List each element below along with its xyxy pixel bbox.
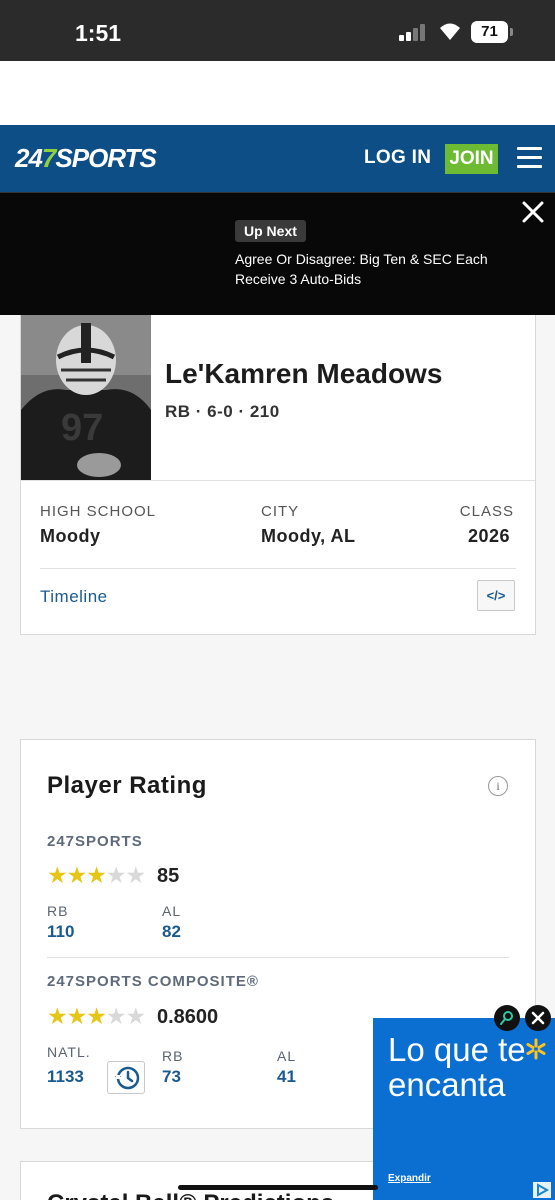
home-indicator: [178, 1185, 378, 1190]
class-label: CLASS: [459, 503, 514, 520]
ad-close-button[interactable]: [525, 1005, 551, 1031]
state-rank-label: AL: [277, 1048, 297, 1064]
up-next-badge: Up Next: [235, 220, 306, 242]
position-rank-label: RB: [162, 1048, 184, 1064]
position-rank-value[interactable]: 110: [47, 922, 74, 942]
adchoices-icon[interactable]: [533, 1182, 551, 1198]
embed-code-icon[interactable]: </>: [477, 580, 515, 611]
svg-text:97: 97: [61, 407, 103, 449]
national-rank-label: NATL.: [47, 1044, 91, 1060]
national-rank-value[interactable]: 1133: [47, 1067, 84, 1087]
sports247-star-rating: ★★★★★: [47, 862, 147, 888]
login-link[interactable]: LOG IN: [364, 147, 431, 169]
composite-score: 0.8600: [157, 1006, 219, 1028]
star-empty-icon: ★: [125, 862, 147, 888]
rating-title: Player Rating: [47, 772, 207, 799]
high-school-value[interactable]: Moody: [40, 526, 101, 547]
star-filled-icon: ★: [66, 1003, 88, 1029]
crystal-ball-title: Crystal Ball® Predictions: [47, 1190, 334, 1200]
star-filled-icon: ★: [86, 1003, 107, 1029]
up-next-banner[interactable]: Up Next Agree Or Disagree: Big Ten & SEC…: [0, 192, 555, 315]
battery-tip: [510, 28, 513, 36]
hamburger-menu-icon[interactable]: [517, 147, 542, 168]
advertisement[interactable]: Lo que te encanta Expandir: [373, 1018, 555, 1200]
player-card: 97 Le'Kamren Meadows RB · 6-0 · 210 HIGH…: [20, 315, 536, 635]
timeline-link[interactable]: Timeline: [40, 587, 108, 607]
city-value: Moody, AL: [261, 526, 356, 546]
divider: [40, 568, 516, 569]
player-name: Le'Kamren Meadows: [165, 358, 443, 389]
ad-info-button[interactable]: [494, 1005, 520, 1031]
state-rank-value[interactable]: 82: [162, 922, 181, 942]
wifi-icon: [440, 23, 460, 40]
sports247-rating-label: 247SPORTS: [47, 833, 143, 850]
position-rank-value[interactable]: 73: [162, 1067, 181, 1087]
up-next-headline[interactable]: Agree Or Disagree: Big Ten & SEC Each Re…: [235, 249, 505, 289]
star-filled-icon: ★: [66, 862, 88, 888]
high-school-label: HIGH SCHOOL: [40, 503, 157, 520]
ad-info-icon: [500, 1011, 513, 1025]
info-icon[interactable]: i: [488, 776, 508, 796]
star-empty-icon: ★: [105, 1003, 127, 1029]
state-rank-label: AL: [162, 903, 182, 919]
star-empty-icon: ★: [125, 1003, 147, 1029]
ad-headline[interactable]: Lo que te encanta: [388, 1032, 538, 1102]
composite-star-rating: ★★★★★: [47, 1003, 147, 1029]
status-bar: 1:51 71: [0, 0, 555, 61]
rank-history-button[interactable]: [107, 1061, 145, 1094]
city-label: CITY: [261, 503, 300, 520]
status-time: 1:51: [75, 20, 122, 46]
star-filled-icon: ★: [47, 862, 68, 888]
close-icon[interactable]: [521, 200, 545, 224]
site-logo[interactable]: 247SPORTS: [15, 143, 157, 174]
close-icon: [531, 1011, 545, 1025]
walmart-spark-icon: [526, 1038, 546, 1060]
ad-expand-link[interactable]: Expandir: [388, 1173, 431, 1184]
class-value: 2026: [467, 526, 510, 546]
battery-indicator: 71: [471, 21, 508, 43]
divider: [21, 480, 535, 481]
join-button[interactable]: JOIN: [445, 144, 498, 174]
position-rank-label: RB: [47, 903, 69, 919]
star-filled-icon: ★: [47, 1003, 68, 1029]
sports247-score: 85: [157, 865, 180, 887]
player-photo: 97: [21, 315, 151, 480]
site-header: 247SPORTS LOG IN JOIN: [0, 125, 555, 192]
composite-rating-label: 247SPORTS COMPOSITE®: [47, 973, 259, 990]
state-rank-value[interactable]: 41: [277, 1067, 296, 1087]
star-empty-icon: ★: [105, 862, 127, 888]
history-icon: [115, 1066, 140, 1090]
player-meta: RB · 6-0 · 210: [165, 402, 280, 421]
star-filled-icon: ★: [86, 862, 107, 888]
browser-url-area: [0, 61, 555, 125]
divider: [47, 957, 509, 958]
cellular-signal-icon: [399, 23, 429, 41]
